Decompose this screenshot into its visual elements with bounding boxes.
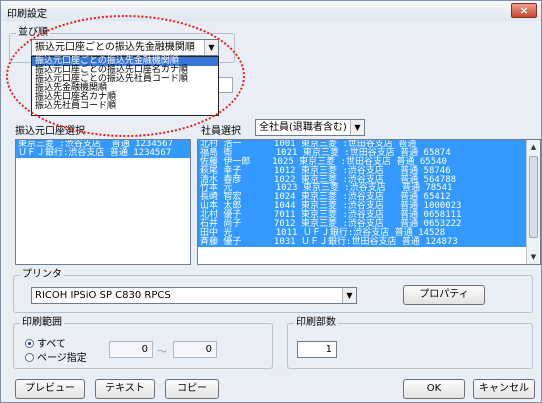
- print-range-label: 印刷範囲: [20, 317, 64, 329]
- copies-label: 印刷部数: [294, 317, 338, 329]
- employee-list-scrollbar[interactable]: ▲ ▼: [526, 140, 540, 264]
- window-title: 印刷設定: [7, 9, 47, 20]
- printer-selected-value: RICOH IPSiO SP C830 RPCS: [35, 290, 171, 301]
- scroll-up-icon[interactable]: ▲: [527, 140, 540, 154]
- page-to-input[interactable]: 0: [173, 341, 217, 358]
- print-pages-radio[interactable]: ページ指定: [25, 349, 87, 364]
- scroll-down-icon[interactable]: ▼: [527, 250, 540, 264]
- print-settings-dialog: 印刷設定 × 並び順 振込元口座ごとの振込先金融機関順 ▼ 振込元口座ごとの振込…: [0, 0, 542, 403]
- page-range-separator: 〜: [157, 347, 167, 358]
- annotation-highlight-ring: [6, 15, 245, 137]
- radio-unchecked-icon[interactable]: [25, 353, 34, 362]
- preview-button[interactable]: プレビュー: [15, 379, 85, 399]
- cancel-button[interactable]: キャンセル: [473, 379, 535, 399]
- employee-label: 社員選択: [201, 126, 241, 137]
- print-all-radio[interactable]: すべて: [25, 335, 66, 350]
- close-button[interactable]: ×: [511, 3, 537, 18]
- printer-label: プリンタ: [20, 269, 64, 281]
- printer-select[interactable]: RICOH IPSiO SP C830 RPCS ▼: [31, 287, 357, 304]
- printer-properties-button[interactable]: プロパティ: [403, 285, 485, 305]
- employee-filter-value: 全社員(退職者含む): [259, 122, 347, 133]
- text-button[interactable]: テキスト: [95, 379, 155, 399]
- radio-checked-icon[interactable]: [25, 339, 34, 348]
- source-account-list[interactable]: 東京三菱 :渋谷支店 普通 1234567 ＵＦＪ銀行:渋谷支店 普通 1234…: [15, 139, 191, 265]
- list-item[interactable]: 斉藤 優子 1031 ＵＦＪ銀行:世田谷支店 普通 124873: [198, 237, 526, 247]
- page-from-input[interactable]: 0: [109, 341, 153, 358]
- copies-input[interactable]: 1: [297, 341, 337, 358]
- employee-list[interactable]: 北村 浩一 1001 東京三菱 :世田谷支店 普通 福島 衛 1021 東京三菱…: [197, 139, 541, 265]
- employee-filter-select[interactable]: 全社員(退職者含む) ▼: [255, 119, 365, 136]
- chevron-down-icon[interactable]: ▼: [342, 288, 356, 303]
- print-pages-label: ページ指定: [37, 353, 87, 364]
- chevron-down-icon[interactable]: ▼: [350, 120, 364, 135]
- scrollbar-thumb[interactable]: [529, 156, 538, 238]
- ok-button[interactable]: OK: [403, 379, 465, 399]
- list-item[interactable]: ＵＦＪ銀行:渋谷支店 普通 1234567: [16, 148, 190, 158]
- copy-button[interactable]: コピー: [165, 379, 219, 399]
